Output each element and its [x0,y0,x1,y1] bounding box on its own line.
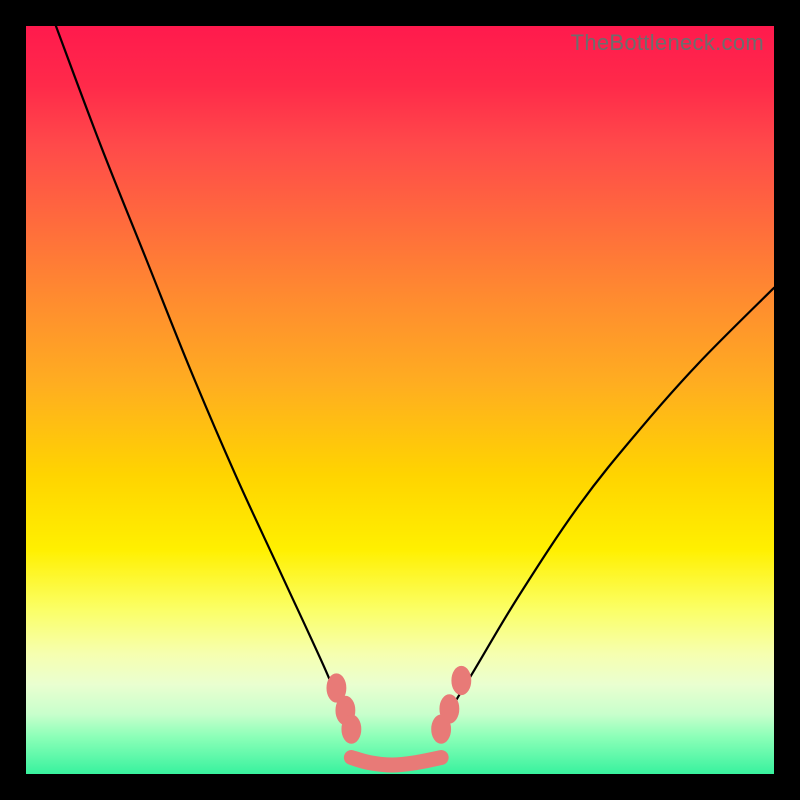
right-curve [441,288,774,729]
plot-area: TheBottleneck.com [26,26,774,774]
marker-group [327,666,471,743]
chart-svg [26,26,774,774]
chart-frame: TheBottleneck.com [0,0,800,800]
trough-line [351,758,441,765]
curve-marker [440,695,459,723]
curve-marker [342,715,361,743]
left-curve [56,26,351,729]
curve-marker [452,666,471,694]
